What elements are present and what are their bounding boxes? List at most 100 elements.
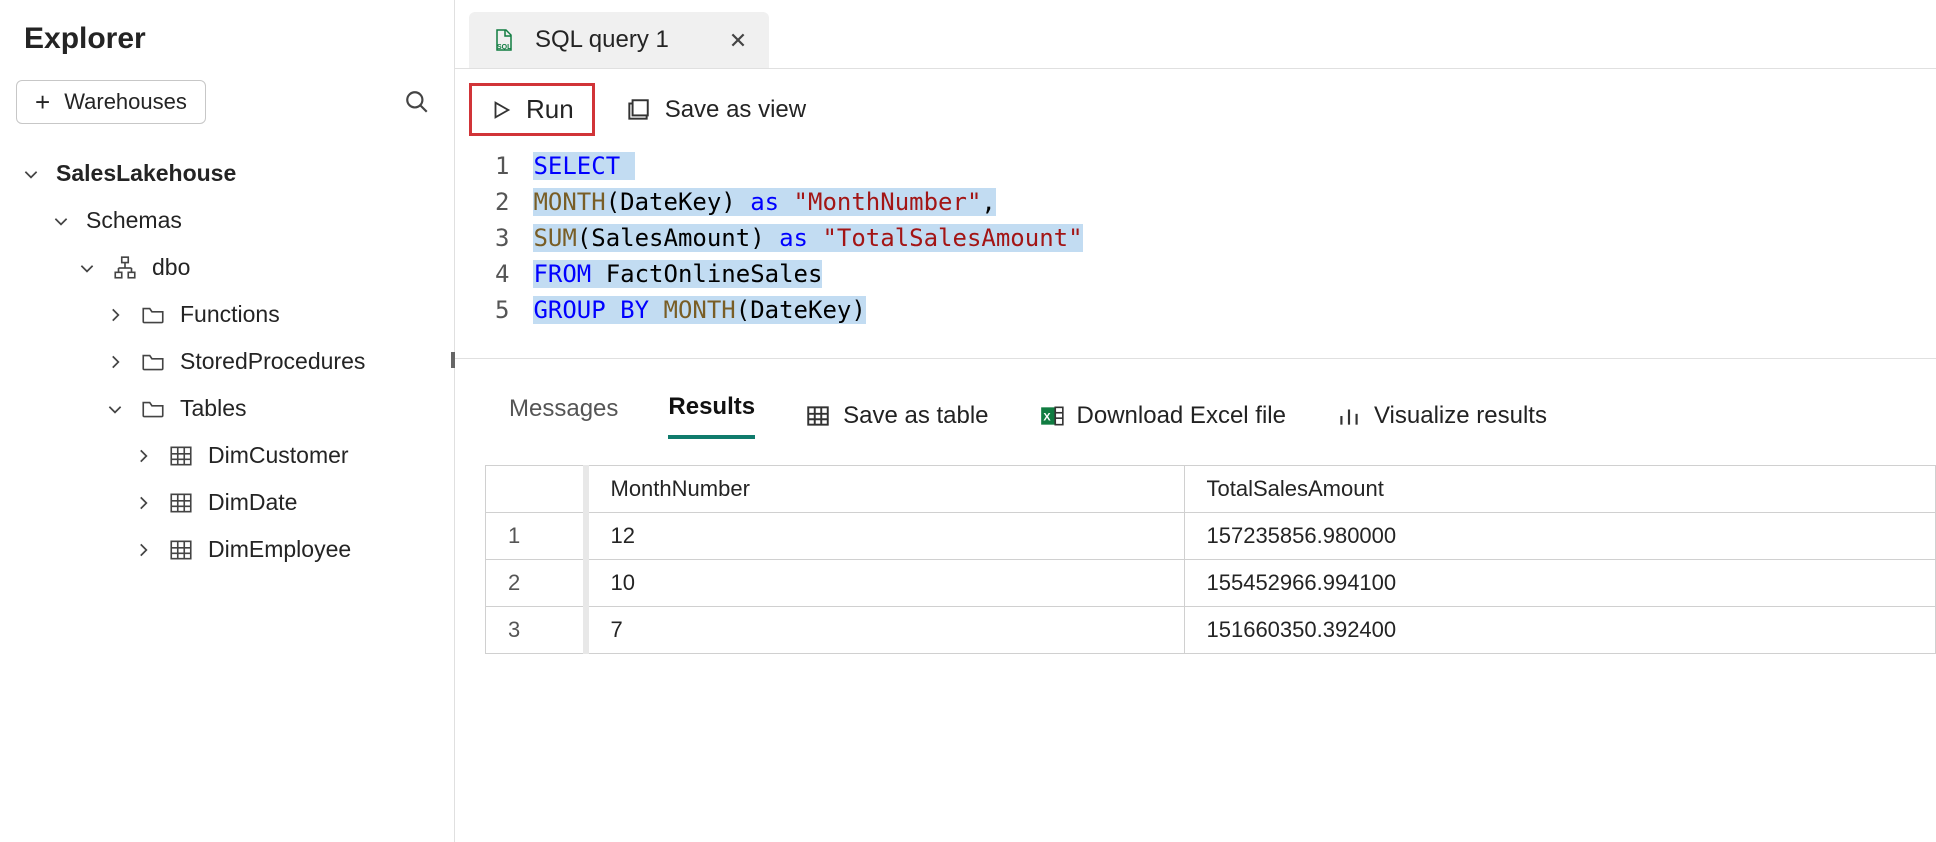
line-number: 3	[495, 220, 509, 256]
warehouses-button[interactable]: + Warehouses	[16, 80, 206, 124]
row-number: 3	[486, 607, 586, 654]
chevron-right-icon	[134, 541, 152, 559]
editor-gutter: 1 2 3 4 5	[455, 148, 533, 328]
folder-icon	[140, 302, 166, 328]
chevron-down-icon	[52, 212, 70, 230]
plus-icon: +	[35, 89, 50, 115]
table-header-row: MonthNumber TotalSalesAmount	[486, 466, 1936, 513]
schema-icon	[112, 255, 138, 281]
tree-node-dimemployee[interactable]: DimEmployee	[0, 526, 454, 573]
chevron-right-icon	[106, 353, 124, 371]
editor-tabbar: SQL SQL query 1	[455, 0, 1936, 69]
table-icon	[805, 403, 831, 429]
visualize-results-button[interactable]: Visualize results	[1336, 402, 1547, 430]
column-header[interactable]: MonthNumber	[586, 466, 1185, 513]
close-icon[interactable]	[729, 31, 747, 49]
download-excel-label: Download Excel file	[1077, 402, 1286, 430]
play-icon	[490, 99, 512, 121]
svg-text:SQL: SQL	[497, 44, 512, 51]
explorer-panel: Explorer + Warehouses SalesLakehouse Sch…	[0, 0, 455, 842]
search-icon[interactable]	[404, 89, 430, 115]
explorer-title: Explorer	[0, 10, 454, 80]
folder-icon	[140, 396, 166, 422]
code-line: FROM FactOnlineSales	[533, 256, 1082, 292]
run-label: Run	[526, 94, 574, 125]
main-pane: SQL SQL query 1 Run Save as view 1 2 3 4…	[455, 0, 1936, 842]
tree-label: SalesLakehouse	[56, 160, 236, 187]
table-icon	[168, 443, 194, 469]
results-toolbar: Messages Results Save as table X Downloa…	[455, 359, 1936, 445]
sql-file-icon: SQL	[491, 28, 515, 52]
tree-label: Schemas	[86, 207, 182, 234]
excel-icon: X	[1039, 403, 1065, 429]
table-icon	[168, 537, 194, 563]
save-as-view-button[interactable]: Save as view	[625, 96, 806, 124]
tab-results[interactable]: Results	[668, 393, 755, 439]
tree-label: DimCustomer	[208, 442, 349, 469]
line-number: 5	[495, 292, 509, 328]
table-icon	[168, 490, 194, 516]
save-as-table-label: Save as table	[843, 402, 988, 430]
table-row[interactable]: 2 10 155452966.994100	[486, 560, 1936, 607]
sql-editor[interactable]: 1 2 3 4 5 SELECT MONTH(DateKey) as "Mont…	[455, 146, 1936, 358]
warehouses-row: + Warehouses	[0, 80, 454, 140]
row-number: 1	[486, 513, 586, 560]
tree-node-saleslakehouse[interactable]: SalesLakehouse	[0, 150, 454, 197]
save-as-view-label: Save as view	[665, 96, 806, 124]
cell: 7	[586, 607, 1185, 654]
code-line: GROUP BY MONTH(DateKey)	[533, 292, 1082, 328]
tab-label: SQL query 1	[535, 26, 669, 54]
cell: 157235856.980000	[1184, 513, 1936, 560]
tree-node-storedprocedures[interactable]: StoredProcedures	[0, 338, 454, 385]
editor-tab-sql-query-1[interactable]: SQL SQL query 1	[469, 12, 769, 68]
visualize-results-label: Visualize results	[1374, 402, 1547, 430]
query-toolbar: Run Save as view	[455, 69, 1936, 146]
line-number: 2	[495, 184, 509, 220]
line-number: 1	[495, 148, 509, 184]
tree-label: StoredProcedures	[180, 348, 365, 375]
tree-node-dimcustomer[interactable]: DimCustomer	[0, 432, 454, 479]
cell: 12	[586, 513, 1185, 560]
chevron-right-icon	[106, 306, 124, 324]
tab-messages[interactable]: Messages	[509, 395, 618, 437]
rownum-header	[486, 466, 586, 513]
results-grid[interactable]: MonthNumber TotalSalesAmount 1 12 157235…	[485, 465, 1936, 654]
tree-node-tables[interactable]: Tables	[0, 385, 454, 432]
tree-node-schemas[interactable]: Schemas	[0, 197, 454, 244]
row-number: 2	[486, 560, 586, 607]
folder-icon	[140, 349, 166, 375]
tree-label: dbo	[152, 254, 190, 281]
tree-label: DimDate	[208, 489, 297, 516]
tree-node-functions[interactable]: Functions	[0, 291, 454, 338]
tree-label: DimEmployee	[208, 536, 351, 563]
tree-label: Tables	[180, 395, 246, 422]
chevron-down-icon	[106, 400, 124, 418]
line-number: 4	[495, 256, 509, 292]
table-row[interactable]: 1 12 157235856.980000	[486, 513, 1936, 560]
tree-node-dimdate[interactable]: DimDate	[0, 479, 454, 526]
pane-splitter[interactable]	[455, 358, 1936, 359]
cell: 151660350.392400	[1184, 607, 1936, 654]
editor-code[interactable]: SELECT MONTH(DateKey) as "MonthNumber", …	[533, 148, 1082, 328]
chevron-down-icon	[78, 259, 96, 277]
column-header[interactable]: TotalSalesAmount	[1184, 466, 1936, 513]
save-view-icon	[625, 97, 651, 123]
chevron-right-icon	[134, 447, 152, 465]
code-line: SELECT	[533, 148, 1082, 184]
code-line: MONTH(DateKey) as "MonthNumber",	[533, 184, 1082, 220]
run-button[interactable]: Run	[469, 83, 595, 136]
chevron-down-icon	[22, 165, 40, 183]
code-line: SUM(SalesAmount) as "TotalSalesAmount"	[533, 220, 1082, 256]
tree-node-dbo[interactable]: dbo	[0, 244, 454, 291]
table-row[interactable]: 3 7 151660350.392400	[486, 607, 1936, 654]
cell: 10	[586, 560, 1185, 607]
tree-label: Functions	[180, 301, 280, 328]
object-tree: SalesLakehouse Schemas dbo Functions Sto…	[0, 140, 454, 573]
cell: 155452966.994100	[1184, 560, 1936, 607]
svg-text:X: X	[1043, 411, 1051, 423]
warehouses-label: Warehouses	[64, 89, 187, 115]
bar-chart-icon	[1336, 403, 1362, 429]
save-as-table-button[interactable]: Save as table	[805, 402, 988, 430]
download-excel-button[interactable]: X Download Excel file	[1039, 402, 1286, 430]
chevron-right-icon	[134, 494, 152, 512]
